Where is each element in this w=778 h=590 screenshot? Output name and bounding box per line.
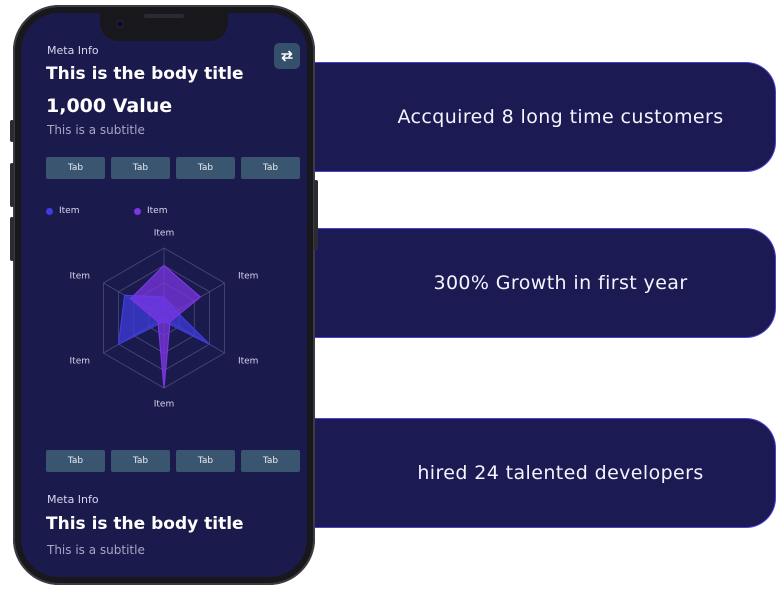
radar-axis-label: Item — [238, 357, 258, 367]
phone-power-button — [314, 180, 318, 250]
tab-bottom-1[interactable]: Tab — [46, 450, 105, 472]
feature-card-text: 300% Growth in first year — [433, 272, 688, 294]
radar-axis-label: Item — [70, 271, 91, 281]
feature-card-text: hired 24 talented developers — [417, 462, 704, 484]
tab-bottom-2[interactable]: Tab — [111, 450, 170, 472]
subtitle-bottom: This is a subtitle — [47, 543, 145, 557]
feature-card-text: Accquired 8 long time customers — [397, 106, 724, 128]
tab-bottom-4[interactable]: Tab — [241, 450, 300, 472]
phone-volume-down — [10, 217, 14, 261]
meta-info-label-bottom: Meta Info — [47, 493, 99, 506]
tab-bottom-3[interactable]: Tab — [176, 450, 235, 472]
body-title-bottom: This is the body title — [46, 514, 244, 534]
tab-bar-bottom: Tab Tab Tab Tab — [46, 450, 300, 472]
radar-axis-label: Item — [238, 271, 258, 281]
radar-axis-label: Item — [154, 229, 175, 239]
feature-card-customers: Accquired 8 long time customers — [300, 62, 776, 172]
feature-card-growth: 300% Growth in first year — [300, 228, 776, 338]
phone-screen: Meta Info This is the body title 1,000 V… — [21, 13, 307, 577]
radar-axis-label: Item — [154, 399, 175, 409]
radar-axis-label: Item — [70, 357, 91, 367]
phone-mute-switch — [10, 120, 14, 142]
phone-frame: Meta Info This is the body title 1,000 V… — [10, 5, 318, 585]
feature-card-developers: hired 24 talented developers — [300, 418, 776, 528]
phone-volume-up — [10, 163, 14, 207]
